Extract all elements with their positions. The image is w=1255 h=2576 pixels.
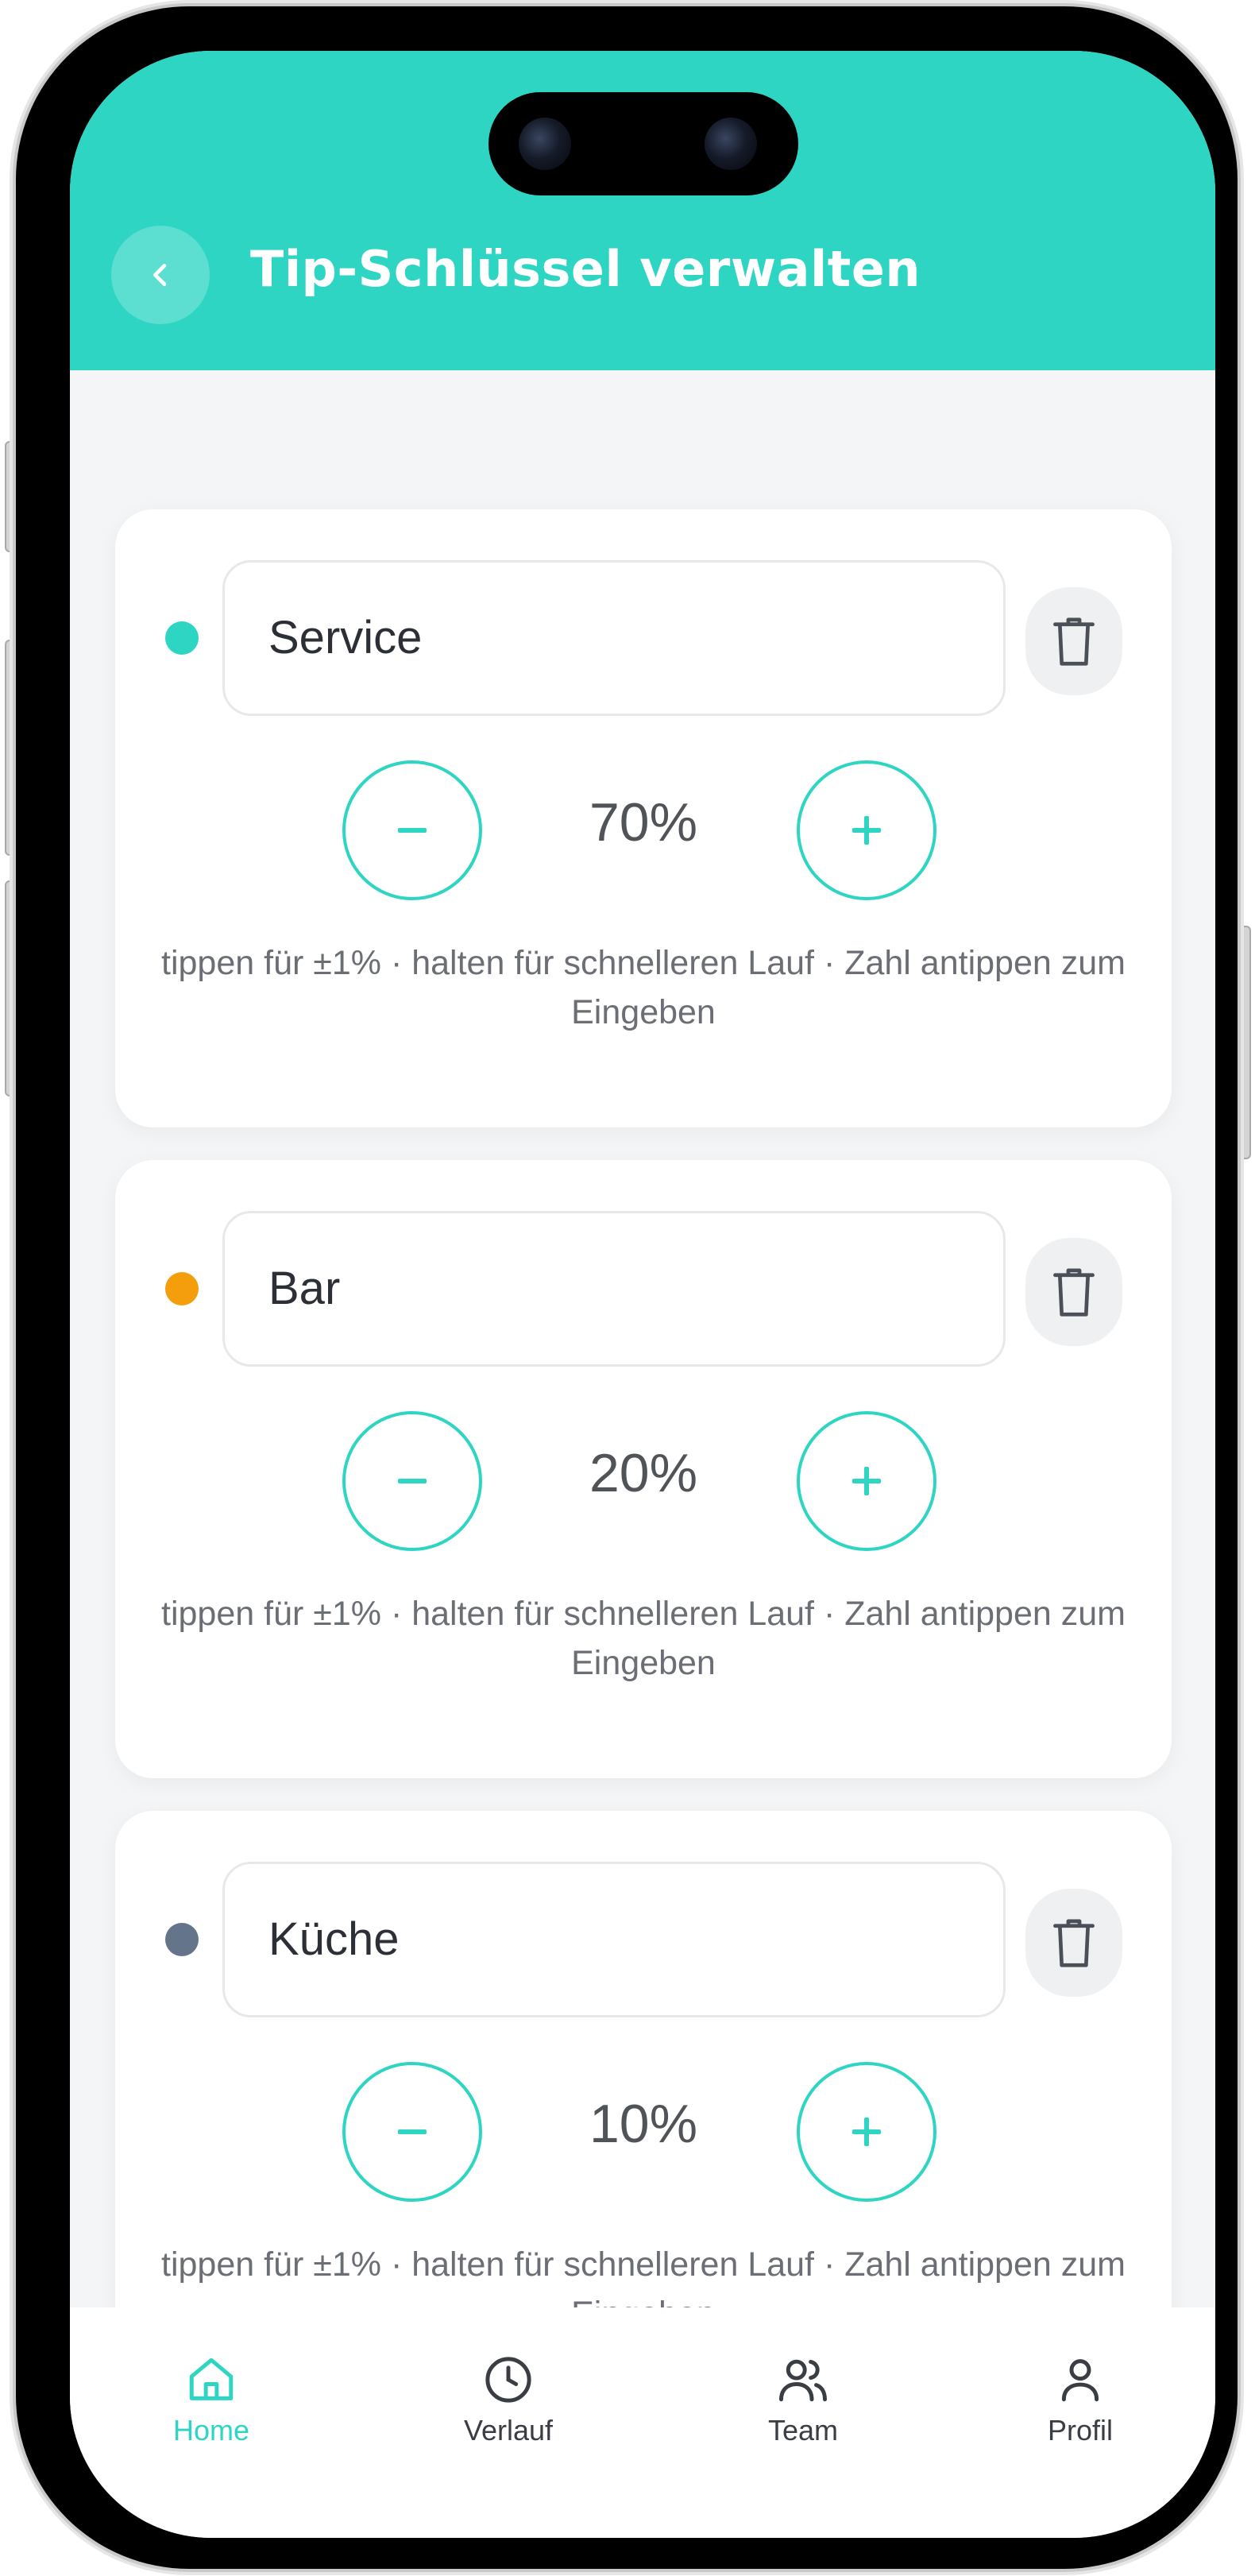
hint-text: tippen für ±1% · halten für schnelleren … (161, 944, 1126, 1031)
percent-value[interactable]: 10% (477, 2093, 810, 2155)
clock-icon (485, 2357, 531, 2403)
trash-icon (1053, 1268, 1095, 1317)
key-card-service: Service 70% tippen für ±1% · halten für … (115, 509, 1172, 1127)
increment-button[interactable] (797, 2062, 936, 2202)
keys-list: Service 70% tippen für ±1% · halten für … (70, 370, 1215, 2429)
users-icon (779, 2359, 827, 2402)
delete-button[interactable] (1025, 1238, 1122, 1346)
phone-frame: Tip-Schlüssel verwalten Service 70% tipp… (16, 6, 1238, 2569)
plus-icon (852, 2118, 881, 2146)
decrement-button[interactable] (342, 2062, 482, 2202)
color-dot (165, 621, 199, 655)
phone-screen: Tip-Schlüssel verwalten Service 70% tipp… (70, 51, 1215, 2538)
increment-button[interactable] (797, 1411, 936, 1551)
percent-value[interactable]: 70% (477, 791, 810, 853)
minus-icon (398, 1479, 427, 1483)
tab-label: Team (767, 2414, 839, 2446)
increment-button[interactable] (797, 760, 936, 900)
key-name-input[interactable]: Bar (222, 1211, 1006, 1367)
plus-icon (852, 1467, 881, 1495)
color-dot (165, 1923, 199, 1956)
user-icon (1061, 2359, 1099, 2402)
camera-icon (519, 118, 571, 170)
key-card-bar: Bar 20% tippen für ±1% · halten für schn… (115, 1160, 1172, 1778)
sensor-icon (705, 118, 757, 170)
delete-button[interactable] (1025, 1889, 1122, 1997)
decrement-button[interactable] (342, 760, 482, 900)
color-dot (165, 1272, 199, 1305)
page-title: Tip-Schlüssel verwalten (250, 240, 921, 298)
tab-home[interactable]: Home (132, 2307, 291, 2498)
tab-profil[interactable]: Profil (1001, 2307, 1160, 2498)
tab-label: Verlauf (463, 2414, 554, 2446)
tab-label: Home (172, 2414, 250, 2446)
dynamic-island (488, 92, 798, 195)
tab-verlauf[interactable]: Verlauf (429, 2307, 588, 2498)
percent-value[interactable]: 20% (477, 1442, 810, 1504)
tab-team[interactable]: Team (724, 2307, 882, 2498)
chevron-left-icon (153, 264, 167, 286)
back-button[interactable] (111, 226, 210, 324)
delete-button[interactable] (1025, 587, 1122, 695)
trash-icon (1053, 1919, 1095, 1967)
bottom-tab-bar: Home Verlauf Team Profil (70, 2307, 1215, 2538)
decrement-button[interactable] (342, 1411, 482, 1551)
key-name-input[interactable]: Küche (222, 1862, 1006, 2017)
key-name-input[interactable]: Service (222, 560, 1006, 716)
minus-icon (398, 828, 427, 833)
home-icon (189, 2357, 234, 2400)
plus-icon (852, 816, 881, 845)
minus-icon (398, 2129, 427, 2134)
tab-label: Profil (1047, 2414, 1114, 2446)
hint-text: tippen für ±1% · halten für schnelleren … (161, 1595, 1126, 1682)
trash-icon (1053, 617, 1095, 666)
power-button (1237, 926, 1251, 1159)
